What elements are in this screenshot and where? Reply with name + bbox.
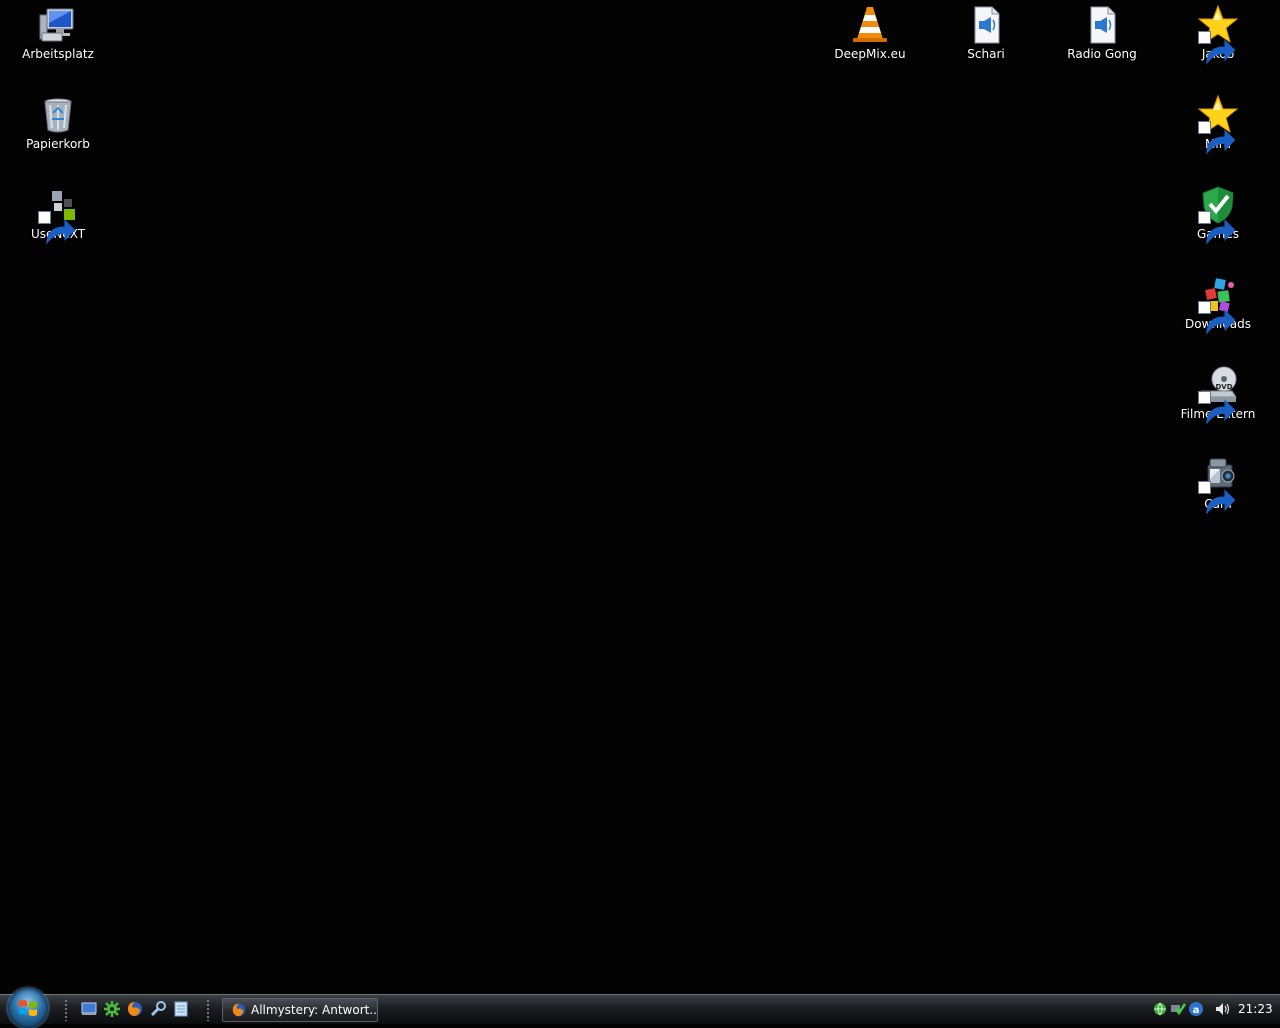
shortcut-arrow-icon (1198, 391, 1236, 425)
taskbar-button-label: Allmystery: Antwort... (251, 1003, 378, 1017)
system-tray: a 21:23 (1150, 995, 1280, 1025)
show-desktop-icon (81, 1002, 97, 1015)
desktop[interactable]: Arbeitsplatz Papierkorb Us (0, 0, 1280, 994)
svg-text:DVD: DVD (1215, 383, 1232, 391)
firefox-icon (232, 1003, 246, 1017)
desktop-icon-papierkorb[interactable]: Papierkorb (13, 93, 103, 177)
quicklaunch-tool[interactable] (149, 1000, 167, 1018)
shortcut-arrow-icon (1198, 301, 1236, 335)
desktop-icon-filme-extern[interactable]: DVD Filme Extern (1173, 363, 1263, 447)
taskbar-button-firefox-window[interactable]: Allmystery: Antwort... (222, 998, 378, 1022)
shortcut-arrow-icon (38, 211, 76, 245)
desktop-icon-label: DeepMix.eu (834, 47, 906, 61)
wrench-icon (150, 1001, 166, 1017)
desktop-icon-mira[interactable]: Mira (1173, 93, 1263, 177)
windows-logo-icon (19, 1000, 37, 1016)
desktop-icon-label: Schari (967, 47, 1005, 61)
tray-messenger[interactable]: a (1188, 1001, 1204, 1017)
quicklaunch-app[interactable] (103, 1000, 121, 1018)
desktop-icon-label: Papierkorb (26, 137, 90, 151)
desktop-icon-usenext[interactable]: UseNeXT (13, 183, 103, 267)
toolbar-grip[interactable] (64, 999, 68, 1021)
audio-file-icon (1082, 5, 1122, 45)
svg-text:a: a (1193, 1005, 1200, 1016)
green-globe-icon (1154, 1002, 1166, 1016)
taskbar-clock[interactable]: 21:23 (1238, 995, 1273, 1024)
computer-icon (38, 5, 78, 45)
camcorder-icon (1198, 455, 1238, 515)
blue-circle-a-icon: a (1189, 1002, 1203, 1016)
shortcut-arrow-icon (1198, 211, 1236, 245)
shortcut-arrow-icon (1198, 31, 1236, 65)
dvd-drive-icon: DVD (1198, 365, 1238, 425)
usenext-icon (38, 185, 78, 245)
speaker-icon (1216, 1003, 1230, 1015)
desktop-icon-downloads[interactable]: Downloads (1173, 273, 1263, 357)
quicklaunch-notepad[interactable] (172, 1000, 190, 1018)
desktop-icon-arbeitsplatz[interactable]: Arbeitsplatz (13, 3, 103, 87)
tray-network-app[interactable] (1152, 1001, 1168, 1017)
desktop-icon-label: Radio Gong (1067, 47, 1137, 61)
quicklaunch-show-desktop[interactable] (80, 1000, 98, 1018)
shortcut-arrow-icon (1198, 481, 1236, 515)
toolbar-grip[interactable] (206, 999, 210, 1021)
desktop-icon-deepmix[interactable]: DeepMix.eu (825, 3, 915, 87)
desktop-icon-label: Arbeitsplatz (22, 47, 94, 61)
desktop-icon-schari[interactable]: Schari (941, 3, 1031, 87)
recycle-bin-icon (38, 95, 78, 135)
notepad-icon (174, 1001, 188, 1017)
star-icon (1198, 5, 1238, 65)
firefox-icon (128, 1002, 142, 1016)
desktop-icon-radio-gong[interactable]: Radio Gong (1057, 3, 1147, 87)
tray-volume[interactable] (1214, 1001, 1230, 1017)
green-gear-icon (104, 1001, 120, 1017)
check-monitor-icon (1171, 1003, 1186, 1016)
start-button[interactable] (8, 988, 48, 1028)
audio-file-icon (966, 5, 1006, 45)
desktop-icon-games[interactable]: Games (1173, 183, 1263, 267)
taskbar: Allmystery: Antwort... a 21:23 (0, 988, 1280, 1028)
quicklaunch-firefox[interactable] (126, 1000, 144, 1018)
desktop-icon-cam[interactable]: Cam (1173, 453, 1263, 537)
downloads-icon (1198, 275, 1238, 335)
shortcut-arrow-icon (1198, 121, 1236, 155)
shield-check-icon (1198, 185, 1238, 245)
tray-checkmark-app[interactable] (1170, 1001, 1186, 1017)
desktop-icon-jakob[interactable]: Jakob (1173, 3, 1263, 87)
star-icon (1198, 95, 1238, 155)
vlc-cone-icon (850, 5, 890, 45)
